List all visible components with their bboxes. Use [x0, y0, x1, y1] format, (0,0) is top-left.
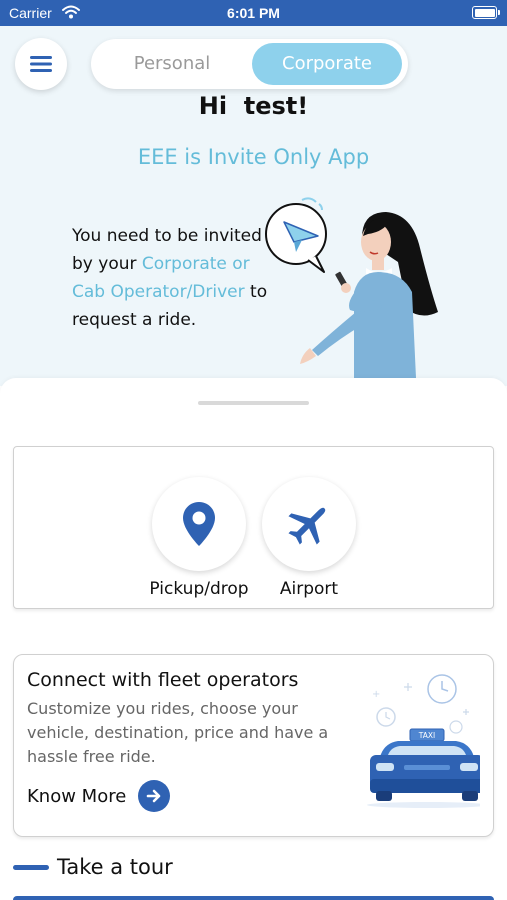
arrow-right-icon [138, 780, 171, 812]
invite-message: You need to be invited by your Corporate… [72, 222, 282, 334]
clock-time: 6:01 PM [227, 5, 280, 21]
location-pin-icon [183, 502, 215, 546]
sheet-drag-handle[interactable] [198, 401, 309, 405]
taxi-car-icon: + TAXI [350, 667, 487, 831]
airport-button[interactable] [262, 477, 356, 571]
service-airport[interactable]: Airport [254, 477, 364, 599]
take-a-tour-section[interactable]: Take a tour [13, 854, 173, 880]
account-type-switch: Personal Corporate [91, 39, 408, 89]
pickup-label: Pickup/drop [149, 579, 249, 599]
fleet-operators-card[interactable]: Connect with fleet operators Customize y… [13, 654, 494, 837]
hamburger-menu-icon [30, 56, 52, 72]
airport-label: Airport [279, 579, 339, 599]
tab-corporate[interactable]: Corporate [252, 43, 402, 85]
woman-with-phone-send-icon [262, 192, 442, 382]
greeting-title: Hi test! [198, 92, 309, 120]
know-more-label: Know More [27, 785, 127, 807]
menu-button[interactable] [15, 38, 67, 90]
svg-text:+: + [372, 689, 380, 700]
airplane-icon [288, 507, 326, 545]
services-card: Pickup/drop Airport [13, 446, 494, 609]
fleet-card-description: Customize you rides, choose your vehicle… [27, 699, 329, 766]
know-more-button[interactable]: Know More [27, 779, 171, 813]
section-accent-bar [13, 864, 49, 870]
tour-card-edge [13, 896, 494, 900]
service-pickup-drop[interactable]: Pickup/drop [144, 477, 254, 599]
status-bar: Carrier 6:01 PM [0, 0, 507, 26]
invite-only-subtitle: EEE is Invite Only App [137, 145, 370, 169]
take-a-tour-title: Take a tour [57, 855, 173, 879]
battery-icon [472, 6, 500, 19]
fleet-card-title: Connect with fleet operators [27, 669, 299, 691]
tab-personal[interactable]: Personal [97, 43, 247, 85]
pickup-button[interactable] [152, 477, 246, 571]
taxi-sign-text: TAXI [418, 731, 435, 740]
